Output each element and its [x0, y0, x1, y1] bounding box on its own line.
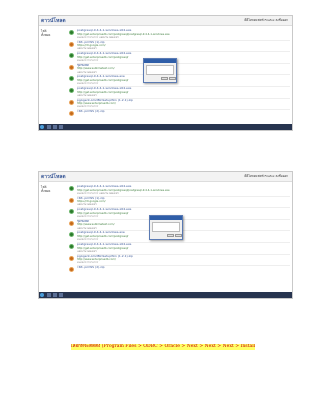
archive-icon [69, 99, 74, 105]
item-actions[interactable]: ลบออกจากรายการ แสดงในโฟลเดอร์ [77, 36, 290, 39]
list-item[interactable]: postgresql-9.4.4-1-windows-x64.exe http:/… [69, 87, 290, 99]
item-actions[interactable]: ลบออกจากรายการ [77, 261, 290, 264]
installer-icon [69, 209, 74, 215]
left-label-all: ทั้งหมด [41, 33, 51, 37]
taskbar-app-icon[interactable] [59, 125, 63, 129]
page-title: ดาวน์โหลด [41, 174, 66, 180]
installer-dialog[interactable] [143, 58, 177, 83]
item-actions[interactable]: ลบออกจากรายการ [77, 105, 290, 108]
list-item[interactable]: pgAgent-AmdBinSetupWin (1.2.1).zip http:/… [69, 99, 290, 111]
installer-icon [69, 30, 74, 35]
page-header: ดาวน์โหลด ดีดีโหลดแพทช์ Firefox ลงชื่อออ… [39, 172, 292, 182]
dialog-cancel-button[interactable] [175, 234, 182, 237]
list-item[interactable]: pgAgent-AmdBinSetupWin (1.2.1).zip http:/… [69, 255, 290, 267]
dialog-cancel-button[interactable] [169, 77, 176, 80]
item-actions[interactable]: แสดงในโฟลเดอร์ [77, 227, 290, 230]
installer-icon [69, 53, 74, 59]
item-actions[interactable]: แสดงในโฟลเดอร์ [77, 71, 290, 74]
dialog-body [152, 222, 180, 232]
list-item[interactable]: postgresql-9.4.4-1-windows.exe http://get… [69, 75, 290, 87]
left-column: ไฟล์ ทั้งหมด [41, 185, 69, 193]
taskbar-app-icon[interactable] [47, 293, 51, 297]
installer-icon [69, 87, 74, 93]
item-title[interactable]: ไฟล์ .pmWS (2).zip [77, 110, 290, 114]
list-item[interactable]: ไฟล์ .pmWS (1).zip https://dl.google.com/… [69, 41, 290, 53]
downloads-screenshot-2: ดาวน์โหลด ดีดีโหลดแพทช์ Firefox ลงชื่อออ… [38, 171, 293, 299]
taskbar-start-icon[interactable] [40, 293, 44, 297]
left-label-all: ทั้งหมด [41, 189, 51, 193]
taskbar [39, 124, 292, 130]
item-actions[interactable]: แสดงในโฟลเดอร์ [77, 203, 290, 206]
downloads-screenshot-1: ดาวน์โหลด ดีดีโหลดแพทช์ Firefox ลงชื่อออ… [38, 15, 293, 131]
archive-icon [69, 220, 74, 226]
item-actions[interactable]: ลบออกจากรายการ [77, 238, 290, 241]
download-list: postgresql-9.4.4-1-windows-x64.exe http:/… [69, 29, 290, 122]
item-actions[interactable]: ลบออกจากรายการ [77, 82, 290, 85]
archive-icon [69, 41, 74, 47]
archive-icon [69, 267, 74, 273]
instruction-caption: เลือกที่จะติดตั้ง (Program Files > ODBC … [71, 344, 255, 350]
list-item[interactable]: postgresql-9.4.4-1-windows-x64.exe http:/… [69, 29, 290, 41]
list-item[interactable]: postgresql-9.4.4-1-windows-x64.exe http:/… [69, 185, 290, 197]
installer-icon [69, 186, 74, 191]
item-actions[interactable]: ลบออกจากรายการ [77, 59, 290, 62]
list-item[interactable]: ชุดซอฟต์ http://www.sublimetext.com/แสดงใ… [69, 64, 290, 76]
dialog-titlebar[interactable] [144, 59, 176, 63]
taskbar [39, 292, 292, 298]
item-actions[interactable]: แสดงในโฟลเดอร์ [77, 94, 290, 97]
installer-icon [69, 243, 74, 249]
page-title: ดาวน์โหลด [41, 18, 66, 24]
list-item[interactable]: postgresql-9.4.4-1-windows-x64.exe http:/… [69, 243, 290, 255]
item-actions[interactable]: ลบออกจากรายการ [77, 215, 290, 218]
taskbar-app-icon[interactable] [59, 293, 63, 297]
archive-icon [69, 197, 74, 203]
archive-icon [69, 111, 74, 117]
list-item[interactable]: postgresql-9.4.4-1-windows-x64.exe http:/… [69, 52, 290, 64]
list-item[interactable]: ไฟล์ .pmWS (2).zip [69, 110, 290, 122]
item-title[interactable]: ไฟล์ .pmWS (2).zip [77, 266, 290, 270]
header-links[interactable]: ดีดีโหลดแพทช์ Firefox ลงชื่อออก [244, 18, 288, 23]
list-item[interactable]: ไฟล์ .pmWS (2).zip [69, 266, 290, 278]
archive-icon [69, 255, 74, 261]
header-links[interactable]: ดีดีโหลดแพทช์ Firefox ลงชื่อออก [244, 174, 288, 179]
installer-icon [69, 232, 74, 238]
list-item[interactable]: ไฟล์ .pmWS (1).zip https://dl.google.com/… [69, 197, 290, 209]
archive-icon [69, 64, 74, 70]
dialog-next-button[interactable] [167, 234, 174, 237]
item-actions[interactable]: แสดงในโฟลเดอร์ [77, 47, 290, 50]
left-column: ไฟล์ ทั้งหมด [41, 29, 69, 37]
taskbar-app-icon[interactable] [53, 293, 57, 297]
taskbar-app-icon[interactable] [53, 125, 57, 129]
taskbar-start-icon[interactable] [40, 125, 44, 129]
installer-dialog[interactable] [149, 215, 183, 240]
installer-icon [69, 76, 74, 82]
dialog-next-button[interactable] [161, 77, 168, 80]
page-header: ดาวน์โหลด ดีดีโหลดแพทช์ Firefox ลงชื่อออ… [39, 16, 292, 26]
dialog-body [146, 65, 174, 75]
dialog-titlebar[interactable] [150, 216, 182, 220]
item-actions[interactable]: แสดงในโฟลเดอร์ [77, 250, 290, 253]
item-actions[interactable]: ลบออกจากรายการ แสดงในโฟลเดอร์ [77, 192, 290, 195]
taskbar-app-icon[interactable] [47, 125, 51, 129]
